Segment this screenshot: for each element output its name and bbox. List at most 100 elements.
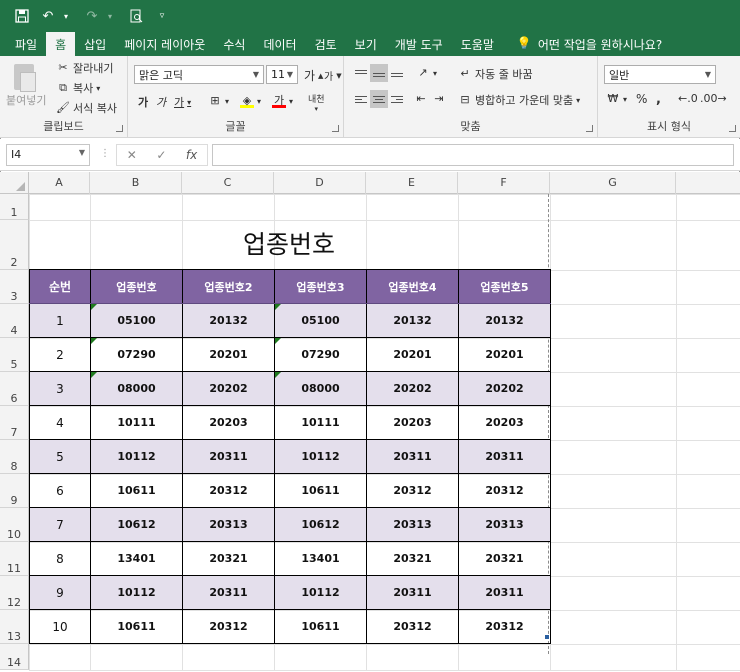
row-header-8[interactable]: 8 (0, 440, 29, 474)
print-preview-icon[interactable] (128, 8, 144, 24)
middle-align-icon[interactable] (370, 64, 388, 82)
table-cell[interactable]: 20132 (182, 303, 275, 338)
table-cell[interactable]: 13401 (90, 541, 183, 576)
table-cell[interactable]: 07290 (274, 337, 367, 372)
save-icon[interactable] (14, 8, 30, 24)
cut-button[interactable]: ✂ 잘라내기 (56, 60, 113, 76)
column-header-D[interactable]: D (274, 172, 366, 194)
font-color-button[interactable]: 가 ▾ (272, 94, 293, 108)
merge-center-button[interactable]: ⊟ 병합하고 가운데 맞춤 ▾ (458, 92, 580, 108)
wrap-text-button[interactable]: ↵ 자동 줄 바꿈 (458, 66, 532, 82)
redo-dropdown-icon[interactable]: ▾ (102, 8, 118, 24)
table-cell[interactable]: 10111 (274, 405, 367, 440)
table-cell[interactable]: 3 (29, 371, 91, 406)
table-cell[interactable]: 2 (29, 337, 91, 372)
fill-color-button[interactable]: ◈ ▾ (240, 94, 261, 108)
error-indicator-icon[interactable] (275, 304, 281, 310)
tab-8[interactable]: 개발 도구 (386, 32, 452, 56)
table-cell[interactable]: 20203 (458, 405, 551, 440)
table-cell[interactable]: 20202 (458, 371, 551, 406)
table-cell[interactable]: 20312 (458, 473, 551, 508)
table-cell[interactable]: 07290 (90, 337, 183, 372)
table-cell[interactable]: 20203 (366, 405, 459, 440)
copy-button[interactable]: ⧉ 복사 ▾ (56, 80, 100, 96)
row-header-14[interactable]: 14 (0, 644, 29, 670)
row-header-10[interactable]: 10 (0, 508, 29, 542)
row-header-2[interactable]: 2 (0, 220, 29, 270)
table-cell[interactable]: 10112 (90, 439, 183, 474)
table-cell[interactable]: 20202 (366, 371, 459, 406)
header-cell[interactable]: 업종번호 (90, 269, 183, 304)
table-cell[interactable]: 10612 (274, 507, 367, 542)
percent-button[interactable]: % (636, 92, 647, 106)
column-header-A[interactable]: A (29, 172, 90, 194)
tab-4[interactable]: 수식 (214, 32, 254, 56)
table-cell[interactable]: 20312 (182, 473, 275, 508)
paste-button[interactable]: 붙여넣기 (6, 92, 46, 108)
grow-font-button[interactable]: 가 ▲ (304, 67, 323, 84)
table-cell[interactable]: 8 (29, 541, 91, 576)
header-cell[interactable]: 업종번호5 (458, 269, 551, 304)
redo-icon[interactable]: ↷ (84, 8, 100, 24)
increase-decimal-button[interactable]: ←.0 (678, 92, 698, 106)
table-cell[interactable]: 20311 (182, 439, 275, 474)
row-header-5[interactable]: 5 (0, 338, 29, 372)
table-cell[interactable]: 20312 (182, 609, 275, 644)
table-cell[interactable]: 10111 (90, 405, 183, 440)
align-right-icon[interactable] (388, 90, 406, 108)
table-cell[interactable]: 20321 (182, 541, 275, 576)
insert-function-icon[interactable]: fx (186, 148, 197, 162)
table-cell[interactable]: 10112 (274, 575, 367, 610)
row-header-4[interactable]: 4 (0, 304, 29, 338)
table-cell[interactable]: 20313 (366, 507, 459, 542)
row-header-6[interactable]: 6 (0, 372, 29, 406)
header-cell[interactable]: 업종번호4 (366, 269, 459, 304)
table-cell[interactable]: 10611 (90, 609, 183, 644)
decrease-indent-button[interactable]: ⇤ (414, 92, 428, 106)
decrease-decimal-button[interactable]: .00→ (700, 92, 727, 106)
table-cell[interactable]: 5 (29, 439, 91, 474)
table-cell[interactable]: 20311 (458, 575, 551, 610)
formula-input[interactable] (212, 144, 734, 166)
table-cell[interactable]: 20202 (182, 371, 275, 406)
font-name-select[interactable]: 맑은 고딕 ▼ (134, 65, 264, 84)
name-box[interactable]: I4 ▼ (6, 144, 90, 166)
column-header-G[interactable]: G (550, 172, 676, 194)
table-cell[interactable]: 20312 (366, 473, 459, 508)
table-cell[interactable]: 6 (29, 473, 91, 508)
table-cell[interactable]: 20132 (366, 303, 459, 338)
error-indicator-icon[interactable] (91, 372, 97, 378)
table-cell[interactable]: 20132 (458, 303, 551, 338)
increase-indent-button[interactable]: ⇥ (432, 92, 446, 106)
top-align-icon[interactable] (352, 64, 370, 82)
comma-button[interactable]: , (656, 92, 661, 107)
bottom-align-icon[interactable] (388, 64, 406, 82)
fill-handle[interactable] (545, 635, 549, 639)
align-center-icon[interactable] (370, 90, 388, 108)
header-cell[interactable]: 순번 (29, 269, 91, 304)
tab-6[interactable]: 검토 (306, 32, 346, 56)
table-cell[interactable]: 05100 (274, 303, 367, 338)
select-all-button[interactable] (0, 172, 29, 194)
error-indicator-icon[interactable] (275, 338, 281, 344)
undo-dropdown-icon[interactable]: ▾ (58, 8, 74, 24)
bold-button[interactable]: 가 (138, 94, 148, 110)
clipboard-launcher-icon[interactable] (116, 125, 123, 132)
table-cell[interactable]: 20311 (366, 575, 459, 610)
column-header-E[interactable]: E (366, 172, 458, 194)
table-cell[interactable]: 10611 (90, 473, 183, 508)
borders-button[interactable]: ⊞ ▾ (208, 94, 229, 108)
table-cell[interactable]: 10112 (274, 439, 367, 474)
row-header-12[interactable]: 12 (0, 576, 29, 610)
table-cell[interactable]: 10612 (90, 507, 183, 542)
align-left-icon[interactable] (352, 90, 370, 108)
table-cell[interactable]: 20313 (182, 507, 275, 542)
row-header-7[interactable]: 7 (0, 406, 29, 440)
tab-5[interactable]: 데이터 (254, 32, 305, 56)
header-cell[interactable]: 업종번호2 (182, 269, 275, 304)
number-launcher-icon[interactable] (729, 125, 736, 132)
table-cell[interactable]: 20313 (458, 507, 551, 542)
format-painter-button[interactable]: 🖌 서식 복사 (56, 100, 117, 116)
error-indicator-icon[interactable] (91, 338, 97, 344)
worksheet-grid[interactable]: ABCDEFG 1 2 3 4 5 6 7 8 9 10 11 12 13 14 업종번호 순번 업종번호 업… (0, 172, 740, 672)
